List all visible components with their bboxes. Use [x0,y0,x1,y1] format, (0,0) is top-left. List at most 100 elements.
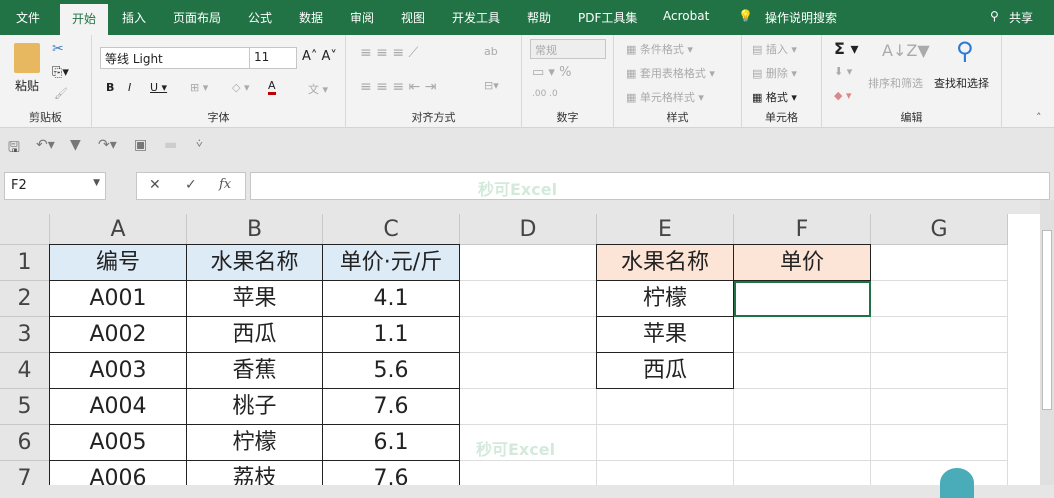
row-header[interactable]: 3 [0,317,50,353]
phonetic-icon[interactable]: 文 ▾ [308,81,328,97]
save-icon[interactable]: 🖫 [8,137,20,161]
delete-cells-button[interactable]: ▤ 删除 ▾ [752,65,797,81]
grow-font-icon[interactable]: A˄ A˅ [302,49,337,64]
tab-file[interactable]: 文件 [16,9,40,26]
cell-d2[interactable] [460,281,597,317]
row-header[interactable]: 4 [0,353,50,389]
cell-e7[interactable] [597,461,734,485]
tab-acrobat[interactable]: Acrobat [663,9,709,23]
cell-e2[interactable]: 柠檬 [596,280,734,317]
toolbar-item-icon[interactable]: ▬ [164,137,177,153]
cell-a6[interactable]: A005 [49,424,187,461]
column-header-b[interactable]: B [187,214,323,245]
formula-input[interactable] [250,172,1050,200]
cell-c6[interactable]: 6.1 [322,424,460,461]
cell-b2[interactable]: 苹果 [186,280,323,317]
column-header-c[interactable]: C [323,214,460,245]
cancel-icon[interactable]: ✕ [149,177,161,193]
select-all-button[interactable] [0,214,50,245]
tab-review[interactable]: 审阅 [350,9,374,26]
paste-icon[interactable] [14,43,40,73]
copy-icon[interactable]: ⎘▾ [52,65,69,80]
format-cells-button[interactable]: ▦ 格式 ▾ [752,89,797,105]
cell-c7[interactable]: 7.6 [322,460,460,485]
enter-icon[interactable]: ✓ [185,177,197,193]
cut-icon[interactable]: ✂ [52,41,64,57]
tab-view[interactable]: 视图 [401,9,425,26]
cell-e4[interactable]: 西瓜 [596,352,734,389]
cell-g5[interactable] [871,389,1008,425]
cell-c2[interactable]: 4.1 [322,280,460,317]
row-header[interactable]: 1 [0,245,50,281]
scrollbar-thumb[interactable] [1042,230,1052,410]
undo-icon[interactable]: ↶▾ [36,137,55,153]
font-name-select[interactable]: 等线 Light [100,47,250,69]
cell-e6[interactable] [597,425,734,461]
column-header-e[interactable]: E [597,214,734,245]
row-header[interactable]: 5 [0,389,50,425]
cell-b1[interactable]: 水果名称 [186,244,323,281]
cell-f7[interactable] [734,461,871,485]
format-painter-icon[interactable]: 🖌 [54,87,68,100]
customize-qat-icon[interactable]: ⩒ [196,137,203,151]
column-header-d[interactable]: D [460,214,597,245]
redo-icon[interactable]: ↷▾ [98,137,117,153]
chevron-down-icon[interactable]: ▼ [93,178,100,188]
cell-b4[interactable]: 香蕉 [186,352,323,389]
row-header[interactable]: 7 [0,461,50,485]
tab-formulas[interactable]: 公式 [248,9,272,26]
cell-g1[interactable] [871,245,1008,281]
filter-icon[interactable]: ▼ [70,137,81,153]
cell-b6[interactable]: 柠檬 [186,424,323,461]
horizontal-align-icons[interactable]: ≡ ≡ ≡ ⇤ ⇥ [360,79,436,95]
cell-c3[interactable]: 1.1 [322,316,460,353]
find-select-button[interactable]: 查找和选择 [934,75,989,91]
cell-f2[interactable] [734,281,871,317]
cell-a7[interactable]: A006 [49,460,187,485]
cell-f6[interactable] [734,425,871,461]
name-box[interactable]: F2 ▼ [4,172,106,200]
cell-b5[interactable]: 桃子 [186,388,323,425]
row-header[interactable]: 6 [0,425,50,461]
autosum-icon[interactable]: Σ ▾ [834,39,859,58]
cell-c4[interactable]: 5.6 [322,352,460,389]
column-header-f[interactable]: F [734,214,871,245]
number-format-select[interactable]: 常规 [530,39,606,59]
cell-g3[interactable] [871,317,1008,353]
row-header[interactable]: 2 [0,281,50,317]
fill-icon[interactable]: ⬇ ▾ [834,65,852,78]
table-format-button[interactable]: ▦ 套用表格格式 ▾ [626,65,715,81]
vertical-scrollbar[interactable] [1040,200,1054,485]
cell-g2[interactable] [871,281,1008,317]
cell-d4[interactable] [460,353,597,389]
tab-page-layout[interactable]: 页面布局 [173,9,221,26]
cell-g6[interactable] [871,425,1008,461]
tab-pdf-tools[interactable]: PDF工具集 [578,9,637,26]
vertical-align-icons[interactable]: ≡ ≡ ≡ ⟋ [360,45,418,61]
wrap-text-icon[interactable]: ab [484,45,498,58]
paste-button[interactable]: 粘贴 [15,77,39,94]
tab-home[interactable]: 开始 [60,4,109,35]
cell-d7[interactable] [460,461,597,485]
percent-icon[interactable]: ▭ ▾ % [532,65,571,80]
tab-insert[interactable]: 插入 [122,9,146,26]
cell-f5[interactable] [734,389,871,425]
cell-e1[interactable]: 水果名称 [596,244,734,281]
tab-data[interactable]: 数据 [299,9,323,26]
cell-e3[interactable]: 苹果 [596,316,734,353]
conditional-format-button[interactable]: ▦ 条件格式 ▾ [626,41,693,57]
cell-style-button[interactable]: ▦ 单元格样式 ▾ [626,89,704,105]
tab-help[interactable]: 帮助 [527,9,551,26]
decimal-icons[interactable]: .00 .0 [532,89,558,99]
column-header-g[interactable]: G [871,214,1008,245]
underline-button[interactable]: U ▾ [150,81,167,94]
italic-button[interactable]: I [128,81,131,94]
tab-developer[interactable]: 开发工具 [452,9,500,26]
insert-cells-button[interactable]: ▤ 插入 ▾ [752,41,797,57]
cell-a4[interactable]: A003 [49,352,187,389]
cell-e5[interactable] [597,389,734,425]
cell-a5[interactable]: A004 [49,388,187,425]
cell-c5[interactable]: 7.6 [322,388,460,425]
cell-d3[interactable] [460,317,597,353]
clear-icon[interactable]: ◆ ▾ [834,89,851,102]
